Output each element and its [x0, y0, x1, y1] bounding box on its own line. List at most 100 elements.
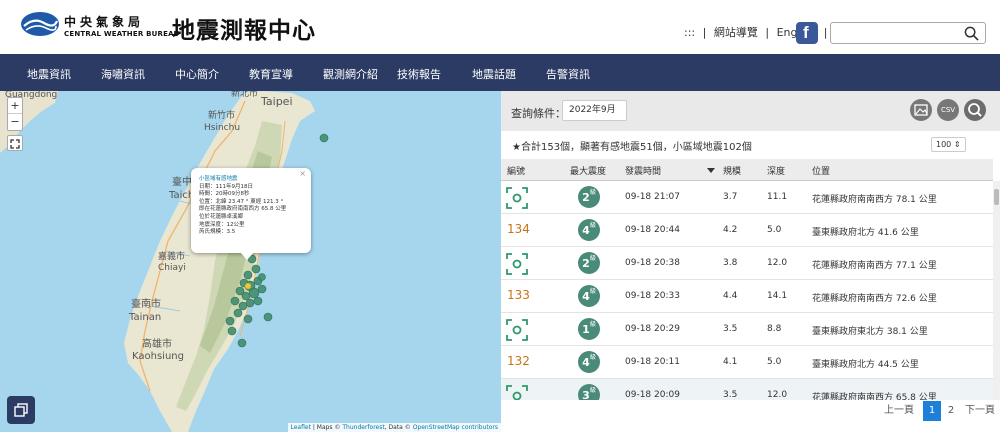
intensity-badge: 4級 — [578, 285, 600, 307]
col-header-number[interactable]: 編號 — [507, 164, 525, 177]
earthquake-markers — [225, 133, 329, 348]
quake-marker[interactable] — [263, 312, 273, 322]
quake-marker[interactable] — [230, 296, 240, 306]
popup-time: 時間：20時09分8秒 — [199, 191, 250, 198]
quake-marker[interactable] — [251, 264, 261, 274]
nav-education[interactable]: 教育宣導 — [249, 66, 293, 82]
table-row[interactable]: 1級 09-18 20:29 3.5 8.8 臺東縣政府東北方 38.1 公里 — [501, 313, 993, 346]
intensity-badge: 3級 — [578, 384, 600, 400]
quake-marker[interactable] — [243, 314, 253, 324]
query-label: 查詢條件： — [511, 107, 566, 120]
quake-time: 09-18 20:38 — [625, 258, 680, 268]
col-header-depth[interactable]: 深度 — [767, 164, 785, 177]
table-row[interactable]: 2級 09-18 20:38 3.8 12.0 花蓮縣政府南南西方 77.1 公… — [501, 247, 993, 280]
small-quake-icon — [506, 253, 528, 275]
zoom-in-button[interactable]: + — [8, 98, 22, 114]
quake-marker[interactable] — [227, 326, 237, 336]
logo-text-cn: 中央氣象局 — [64, 15, 145, 29]
scroll-thumb[interactable] — [994, 189, 999, 205]
quake-location: 臺東縣政府北方 44.5 公里 — [812, 360, 919, 370]
popup-close-icon[interactable]: × — [299, 170, 306, 178]
quake-depth: 14.1 — [767, 291, 788, 301]
zoom-out-button[interactable]: − — [8, 114, 22, 130]
quake-depth: 8.8 — [767, 324, 782, 334]
small-quake-icon — [506, 385, 528, 400]
attribution-text: | Maps © — [310, 424, 343, 431]
table-row[interactable]: 134 4級 09-18 20:44 4.2 5.0 臺東縣政府北方 41.6 … — [501, 214, 993, 247]
quake-depth: 12.0 — [767, 390, 788, 400]
quake-marker[interactable] — [237, 338, 247, 348]
nav-technical-reports[interactable]: 技術報告 — [397, 66, 441, 82]
nav-tsunami-info[interactable]: 海嘯資訊 — [101, 66, 145, 82]
cwb-logo-icon[interactable] — [20, 11, 60, 37]
export-csv-button[interactable]: CSV — [937, 99, 959, 121]
quake-marker[interactable] — [225, 316, 235, 326]
link-separator: | — [702, 26, 707, 39]
earthquake-list-panel: 查詢條件： 2022年9月 CSV ★合計153個，顯著有感地震51個，小區域地… — [501, 91, 1000, 432]
quake-marker[interactable] — [258, 273, 266, 281]
table-row[interactable]: 2級 09-18 21:07 3.7 11.1 花蓮縣政府南南西方 78.1 公… — [501, 181, 993, 214]
quake-location: 臺東縣政府北方 41.6 公里 — [812, 228, 919, 238]
next-page-button[interactable]: 下一頁 — [962, 401, 998, 421]
popup-distance: 即在花蓮縣政府南南西方 65.8 公里 — [199, 206, 287, 213]
intensity-badge: 4級 — [578, 219, 600, 241]
popup-magnitude: 芮氏規模：3.5 — [199, 229, 236, 236]
quake-magnitude: 4.2 — [723, 225, 738, 235]
layers-icon — [14, 403, 28, 417]
quake-number: 133 — [507, 288, 530, 302]
quake-time: 09-18 20:29 — [625, 324, 680, 334]
earthquake-map[interactable]: Guangdong 新北市 Taipei 新竹市 Hsinchu 臺中 Taic… — [0, 91, 501, 432]
quake-marker[interactable] — [253, 296, 263, 306]
nav-warning-info[interactable]: 告警資訊 — [546, 66, 590, 82]
quake-marker[interactable] — [235, 286, 245, 296]
quake-time: 09-18 20:11 — [625, 357, 680, 367]
col-header-intensity[interactable]: 最大震度 — [570, 164, 606, 177]
layers-button[interactable] — [7, 396, 35, 424]
quake-marker[interactable] — [238, 301, 248, 311]
link-separator: | — [765, 26, 770, 39]
popup-township: 位於花蓮縣卓溪鄉 — [199, 213, 244, 220]
table-scrollbar[interactable] — [993, 181, 1000, 400]
col-header-magnitude[interactable]: 規模 — [723, 164, 741, 177]
search-icon[interactable] — [964, 26, 979, 41]
thunderforest-link[interactable]: Thunderforest — [342, 424, 384, 431]
quake-marker[interactable] — [243, 270, 253, 280]
sort-desc-icon[interactable] — [707, 168, 715, 173]
col-header-location[interactable]: 位置 — [812, 164, 830, 177]
export-image-button[interactable] — [910, 99, 932, 121]
page-1-button[interactable]: 1 — [923, 401, 941, 421]
quake-marker[interactable] — [257, 284, 267, 294]
leaflet-link[interactable]: Leaflet — [291, 424, 311, 431]
fullscreen-button[interactable] — [7, 135, 23, 151]
page-title[interactable]: 地震測報中心 — [172, 11, 316, 45]
col-header-time[interactable]: 發震時間 — [625, 164, 661, 177]
search-input[interactable] — [830, 22, 986, 44]
page-2-button[interactable]: 2 — [942, 401, 960, 421]
quake-depth: 11.1 — [767, 192, 788, 202]
nav-network[interactable]: 觀測網介紹 — [323, 66, 378, 82]
table-row[interactable]: 133 4級 09-18 20:33 4.4 14.1 花蓮縣政府南南西方 72… — [501, 280, 993, 313]
table-row-selected[interactable]: 3級 09-18 20:09 3.5 12.0 花蓮縣政府南南西方 65.8 公… — [501, 379, 993, 400]
zoom-control: + − — [7, 97, 23, 131]
quake-location: 花蓮縣政府南南西方 65.8 公里 — [812, 393, 937, 400]
query-search-button[interactable] — [964, 99, 986, 121]
quake-location: 花蓮縣政府南南西方 78.1 公里 — [812, 195, 937, 205]
quake-location: 臺東縣政府東北方 38.1 公里 — [812, 327, 928, 337]
quake-marker[interactable] — [248, 287, 260, 299]
quake-marker[interactable] — [319, 133, 329, 143]
nav-about-center[interactable]: 中心簡介 — [175, 66, 219, 82]
osm-link[interactable]: OpenStreetMap contributors — [413, 424, 498, 431]
table-header: 編號 最大震度 發震時間 規模 深度 位置 — [501, 159, 993, 181]
nav-earthquake-topics[interactable]: 地震話題 — [472, 66, 516, 82]
page-size-select[interactable]: 100 ⇕ — [931, 137, 966, 152]
quake-marker[interactable] — [233, 308, 243, 318]
nav-earthquake-info[interactable]: 地震資訊 — [27, 66, 71, 82]
sitemap-link[interactable]: 網站導覽 — [714, 26, 758, 39]
selected-quake-marker[interactable] — [244, 282, 252, 290]
prev-page-button[interactable]: 上一頁 — [879, 401, 919, 421]
accesskey-link[interactable]: ::: — [684, 26, 695, 39]
query-month-select[interactable]: 2022年9月 — [562, 100, 627, 121]
table-row[interactable]: 132 4級 09-18 20:11 4.1 5.0 臺東縣政府北方 44.5 … — [501, 346, 993, 379]
popup-title: 小區域有感地震 — [199, 176, 238, 182]
facebook-icon[interactable]: f — [796, 22, 818, 44]
